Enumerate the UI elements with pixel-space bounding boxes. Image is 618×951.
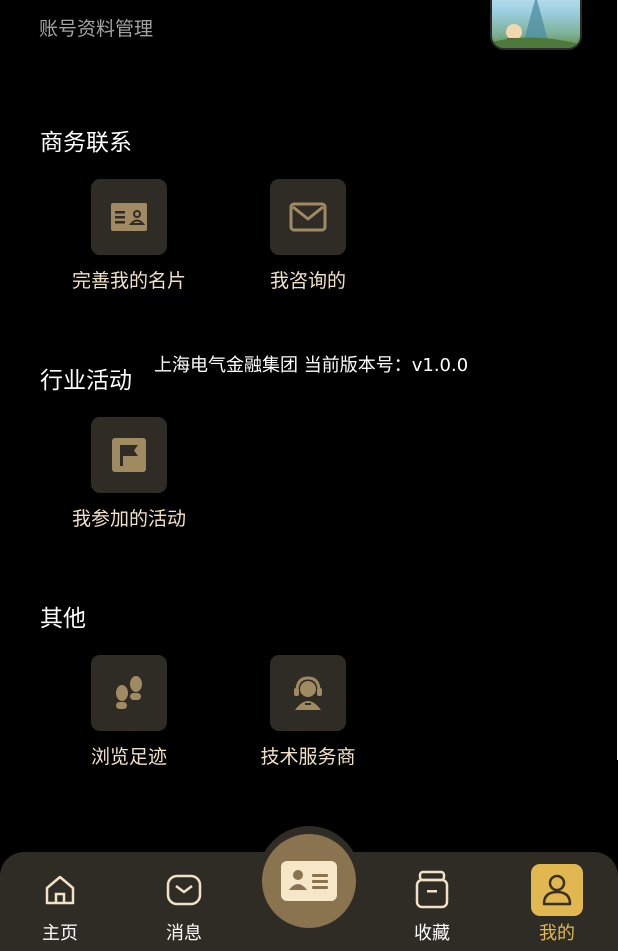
version-info: 上海电气金融集团 当前版本号：v1.0.0 xyxy=(154,355,469,376)
message-icon xyxy=(166,874,202,906)
tile-label: 技术服务商 xyxy=(260,746,356,768)
tile-label: 我咨询的 xyxy=(269,270,346,292)
tile-icon-box xyxy=(91,179,167,255)
tab-icon-wrap xyxy=(158,864,210,916)
tile-label: 浏览足迹 xyxy=(90,746,167,768)
tile-icon-box xyxy=(270,179,346,255)
tab-icon-wrap xyxy=(406,864,458,916)
center-card-button[interactable] xyxy=(262,834,356,928)
footprints-icon xyxy=(116,676,142,709)
business-card-icon xyxy=(111,203,147,231)
tile-label: 完善我的名片 xyxy=(71,270,186,292)
section-title-business: 商务联系 xyxy=(40,130,132,156)
support-agent-icon xyxy=(294,676,322,710)
home-icon xyxy=(45,875,75,905)
tab-label: 消息 xyxy=(166,923,202,944)
section-title-industry-events: 行业活动 xyxy=(40,368,132,394)
tab-mine[interactable]: 我的 xyxy=(517,862,597,944)
tile-icon-box xyxy=(91,417,167,493)
tab-icon-wrap xyxy=(34,864,86,916)
tile-browse-history[interactable]: 浏览足迹 xyxy=(39,655,219,775)
avatar[interactable] xyxy=(490,0,582,50)
tile-tech-service-providers[interactable]: 技术服务商 xyxy=(218,655,398,775)
tile-icon-box xyxy=(270,655,346,731)
archive-box-icon xyxy=(415,870,449,909)
mail-icon xyxy=(289,202,327,232)
tile-my-events[interactable]: 我参加的活动 xyxy=(39,417,219,537)
tile-my-consultations[interactable]: 我咨询的 xyxy=(218,179,398,299)
tab-home[interactable]: 主页 xyxy=(20,862,100,944)
id-card-icon xyxy=(281,861,337,901)
tile-complete-business-card[interactable]: 完善我的名片 xyxy=(39,179,219,299)
tile-icon-box xyxy=(91,655,167,731)
tab-label: 我的 xyxy=(539,923,575,944)
tile-label: 我参加的活动 xyxy=(71,508,186,530)
tab-label: 收藏 xyxy=(414,923,450,944)
tab-icon-wrap xyxy=(531,864,583,916)
tab-label: 主页 xyxy=(42,923,78,944)
account-profile-link[interactable]: 账号资料管理 xyxy=(39,14,153,41)
flag-icon xyxy=(112,438,146,472)
tab-messages[interactable]: 消息 xyxy=(144,862,224,944)
tab-favorites[interactable]: 收藏 xyxy=(392,862,472,944)
avatar-illustration xyxy=(492,0,580,48)
section-title-other: 其他 xyxy=(40,606,86,632)
user-icon xyxy=(542,874,572,906)
